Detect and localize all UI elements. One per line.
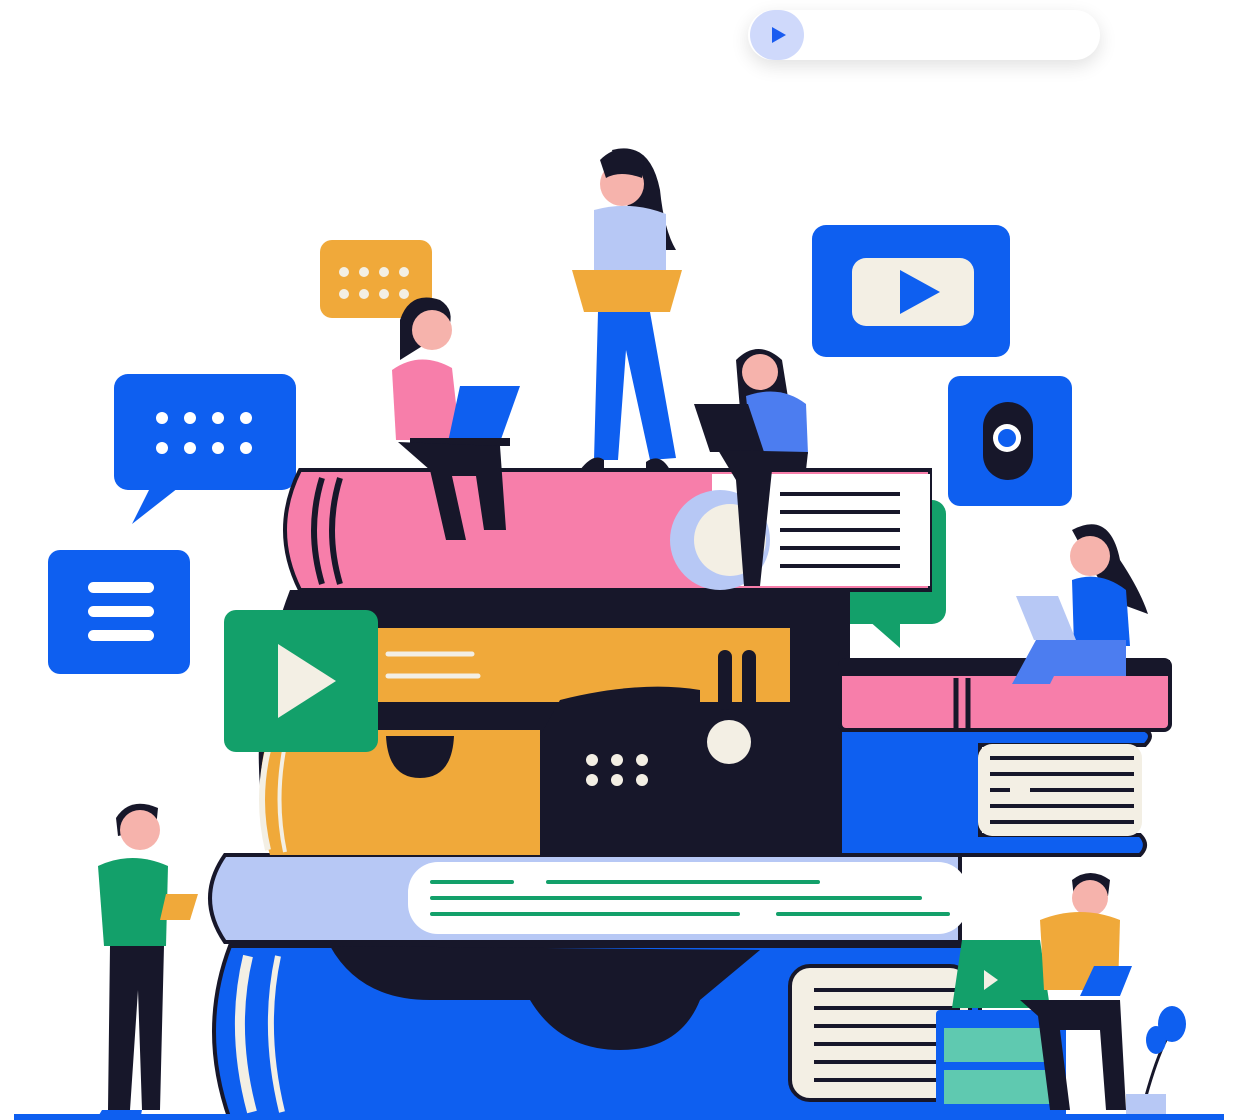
light-blue-book [208, 853, 968, 944]
blue-book [212, 944, 982, 1120]
ground-line [14, 1114, 1224, 1120]
chat-bubble-icon [114, 374, 296, 524]
man-with-tablet [96, 803, 198, 1120]
webcam-icon [948, 376, 1072, 506]
menu-icon [48, 550, 190, 674]
play-tile-icon [224, 610, 378, 752]
right-blue-book [838, 728, 1152, 857]
video-play-icon [812, 225, 1010, 357]
plant [1126, 1006, 1186, 1120]
pink-book [283, 468, 932, 592]
standing-woman [572, 148, 682, 470]
education-illustration [14, 148, 1224, 1120]
